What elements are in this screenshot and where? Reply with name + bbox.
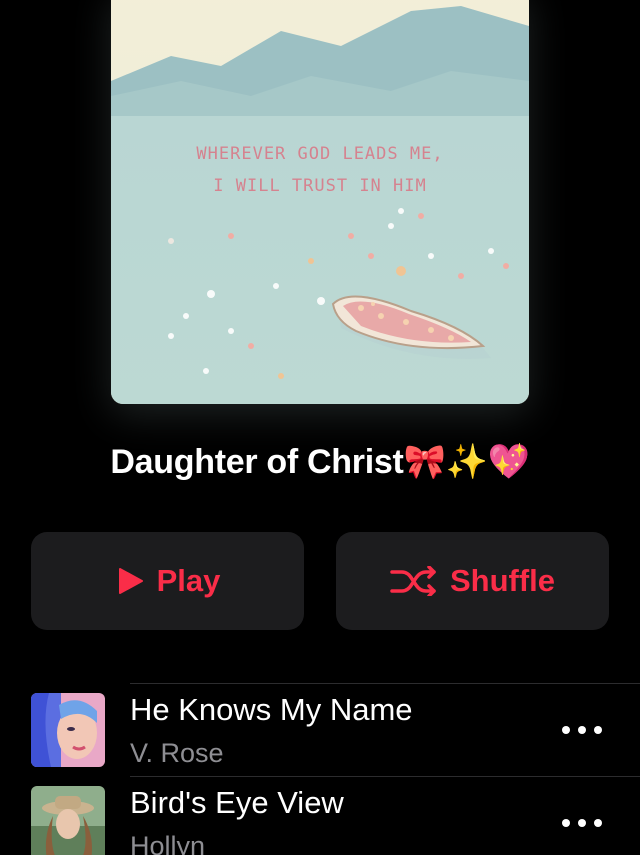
ellipsis-icon xyxy=(562,819,570,827)
play-button[interactable]: Play xyxy=(31,532,304,630)
song-row[interactable]: Bird's Eye View Hollyn xyxy=(0,777,640,855)
playlist-page: WHEREVER GOD LEADS ME, I WILL TRUST IN H… xyxy=(0,0,640,855)
play-icon xyxy=(115,566,145,596)
song-title: He Knows My Name xyxy=(130,692,413,727)
song-title: Bird's Eye View xyxy=(130,785,344,820)
song-artist[interactable]: Hollyn xyxy=(130,831,205,855)
song-artist[interactable]: V. Rose xyxy=(130,738,224,769)
song-artwork xyxy=(31,786,105,855)
shuffle-label: Shuffle xyxy=(449,563,556,598)
artwork-quote-line-1: WHEREVER GOD LEADS ME, xyxy=(196,144,444,164)
play-label: Play xyxy=(156,563,221,598)
song-artwork xyxy=(31,693,105,767)
artwork-quote-line-2: I WILL TRUST IN HIM xyxy=(213,176,427,196)
playlist-title: Daughter of Christ🎀✨💖 xyxy=(110,443,530,481)
playlist-artwork[interactable]: WHEREVER GOD LEADS ME, I WILL TRUST IN H… xyxy=(111,0,529,404)
shuffle-button[interactable]: Shuffle xyxy=(336,532,609,630)
song-row[interactable]: He Knows My Name V. Rose xyxy=(0,684,640,776)
artwork-illustration xyxy=(111,0,529,404)
ellipsis-icon xyxy=(562,726,570,734)
more-options-button[interactable] xyxy=(562,813,602,833)
shuffle-icon xyxy=(390,566,438,596)
more-options-button[interactable] xyxy=(562,720,602,740)
